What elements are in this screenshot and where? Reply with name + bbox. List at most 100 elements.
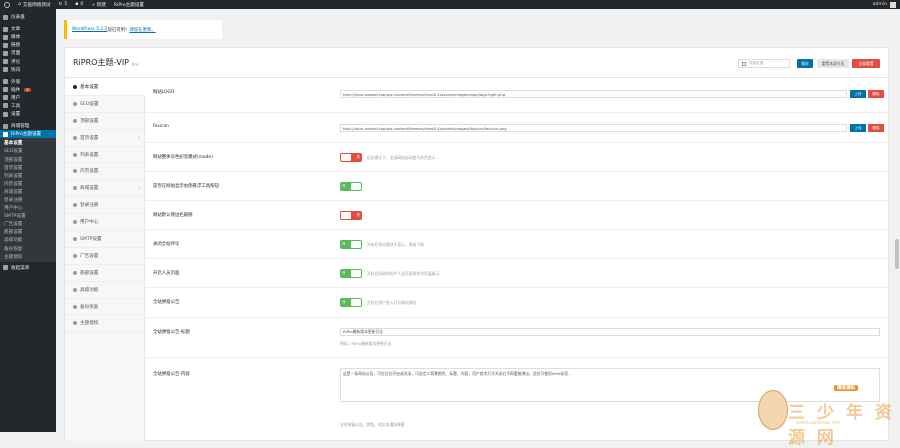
tab-seo[interactable]: SEO设置 xyxy=(65,96,144,113)
menu-tools[interactable]: 工具 xyxy=(0,102,56,110)
submenu-user-center[interactable]: 用户中心 xyxy=(0,204,56,212)
author-page-toggle[interactable]: 开 xyxy=(340,269,362,278)
favicon-url-input[interactable]: http://ripro.wzhost.top/wp-content/theme… xyxy=(340,124,847,132)
tab-list[interactable]: 列表设置 xyxy=(65,147,144,164)
tab-footer[interactable]: 底部设置 xyxy=(65,265,144,282)
submenu-list[interactable]: 列表设置 xyxy=(0,172,56,180)
tools-icon xyxy=(73,287,77,292)
mail-icon xyxy=(73,236,77,241)
sidebar-follow-toggle[interactable]: 关 xyxy=(340,211,362,220)
reset-all-button[interactable]: 全部重置 xyxy=(852,59,880,68)
footer-icon xyxy=(73,270,77,275)
field-label: 关闭全站评论 xyxy=(153,242,180,247)
plugin-icon xyxy=(3,87,8,93)
panel-header: RiPRO主题-VIP Pro 搜索设置 保存 重置本部分区 全部重置 xyxy=(65,48,888,78)
adminbar-comments[interactable]: ▪ 0 xyxy=(75,2,83,7)
wp-version-link[interactable]: WordPress 5.2.2 xyxy=(72,27,107,32)
submenu-ads[interactable]: 广告设置 xyxy=(0,220,56,228)
tab-inner[interactable]: 内页设置 xyxy=(65,163,144,181)
submenu-home[interactable]: 首页设置 xyxy=(0,164,56,172)
menu-appearance[interactable]: 外观 xyxy=(0,78,56,86)
adminbar-updates[interactable]: ↻ 5 xyxy=(59,2,68,7)
adminbar-theme-settings[interactable]: RiPro主题设置 xyxy=(114,2,144,8)
reset-section-button[interactable]: 重置本部分区 xyxy=(817,59,849,68)
tab-license[interactable]: 主题授权 xyxy=(65,315,144,333)
watermark-badge: 精美源码 xyxy=(834,385,858,391)
adminbar-site[interactable]: ⌂ 艾画网络测试 xyxy=(18,2,51,8)
tab-smtp[interactable]: SMTP设置 xyxy=(65,231,144,248)
search-input[interactable]: 搜索设置 xyxy=(738,59,790,68)
scrollbar-thumb[interactable] xyxy=(895,239,899,269)
backup-icon xyxy=(73,304,77,309)
submenu-seo[interactable]: SEO设置 xyxy=(0,147,56,155)
tab-top[interactable]: 顶部设置 xyxy=(65,113,144,130)
submenu-license[interactable]: 主题授权 xyxy=(0,253,56,261)
close-comments-toggle[interactable]: 开 xyxy=(340,240,362,249)
options-panel: RiPRO主题-VIP Pro 搜索设置 保存 重置本部分区 全部重置 基本设置… xyxy=(64,47,890,441)
submenu-login[interactable]: 登录注册 xyxy=(0,196,56,204)
menu-news[interactable]: 快讯 xyxy=(0,66,56,74)
menu-posts[interactable]: 文章 xyxy=(0,25,56,33)
submenu-top[interactable]: 顶部设置 xyxy=(0,156,56,164)
collapse-menu[interactable]: 收起菜单 xyxy=(0,264,56,272)
refresh-icon: ↻ xyxy=(58,2,63,7)
tab-home[interactable]: 首页设置 › xyxy=(65,130,144,147)
menu-links[interactable]: 链接 xyxy=(0,41,56,49)
upload-button[interactable]: 上传 xyxy=(850,124,866,132)
watermark: 精美源码 三 少 年 资 源 网 www.sanshao.net xyxy=(758,384,900,448)
arrow-up-icon xyxy=(73,118,77,123)
tab-ads[interactable]: 广告设置 xyxy=(65,248,144,265)
menu-dashboard[interactable]: 仪表盘 xyxy=(0,13,56,21)
update-notice: WordPress 5.2.2 现已可用！ 请现在更新。 xyxy=(64,20,222,39)
remove-button[interactable]: 删除 xyxy=(868,90,884,98)
field-announcement-title: 全站弹窗公告-标题 RiPro最新版本更新日志 例如：RiPro最新版本更新日志 xyxy=(145,318,890,358)
float-tools-toggle[interactable]: 开 xyxy=(340,182,362,191)
field-favicon: favicon http://ripro.wzhost.top/wp-conte… xyxy=(145,113,890,143)
update-now-link[interactable]: 请现在更新。 xyxy=(129,27,155,33)
menu-pages[interactable]: 页面 xyxy=(0,49,56,57)
submenu-advanced[interactable]: 高级功能 xyxy=(0,236,56,244)
tab-user-center[interactable]: 用户中心 xyxy=(65,214,144,232)
submenu-inner[interactable]: 内页设置 xyxy=(0,180,56,188)
menu-settings[interactable]: 设置 xyxy=(0,110,56,118)
wordpress-logo-icon[interactable] xyxy=(4,1,10,8)
logo-url-input[interactable]: http://ripro.wzhost.top/wp-content/theme… xyxy=(340,90,847,98)
login-icon xyxy=(73,203,77,208)
dashboard-icon xyxy=(3,14,8,20)
brush-icon xyxy=(3,79,8,85)
page-scrollbar[interactable] xyxy=(894,9,900,432)
tab-login[interactable]: 登录注册 xyxy=(65,197,144,215)
menu-comments[interactable]: 评论 xyxy=(0,57,56,65)
menu-users[interactable]: 用户 xyxy=(0,94,56,102)
remove-button[interactable]: 删除 xyxy=(868,124,884,132)
announcement-title-input[interactable]: RiPro最新版本更新日志 xyxy=(340,328,880,336)
tab-basic[interactable]: 基本设置 xyxy=(65,79,145,96)
panel-title: RiPRO主题-VIP xyxy=(73,58,130,67)
menu-shop[interactable]: 商城管理 xyxy=(0,122,56,130)
field-announcement: 全站弹窗公告 开 开启后用户进入打开网站弹出 xyxy=(145,288,890,318)
announcement-toggle[interactable]: 开 xyxy=(340,298,362,307)
wrench-icon xyxy=(3,103,8,109)
submenu-basic[interactable]: 基本设置 xyxy=(0,139,56,147)
submenu-shop[interactable]: 商城设置 xyxy=(0,188,56,196)
submenu-footer[interactable]: 底部设置 xyxy=(0,228,56,236)
tab-shop[interactable]: 商城设置 › xyxy=(65,180,144,198)
save-button[interactable]: 保存 xyxy=(797,59,813,68)
submenu-backup[interactable]: 备份恢复 xyxy=(0,245,56,253)
tab-advanced[interactable]: 高级功能 xyxy=(65,282,144,299)
field-sidebar-follow: 网站默认侧边栏跟随 关 xyxy=(145,201,890,230)
menu-ripro-settings[interactable]: RiPro主题设置 xyxy=(0,130,56,139)
tab-backup[interactable]: 备份恢复 xyxy=(65,299,144,316)
adminbar-new[interactable]: + 新建 xyxy=(91,2,106,8)
seo-icon xyxy=(73,101,77,106)
field-label: favicon xyxy=(153,124,169,129)
panel-version: Pro xyxy=(132,61,139,67)
menu-plugins[interactable]: 插件 3 xyxy=(0,86,56,94)
adminbar-user[interactable]: admin xyxy=(873,1,896,8)
upload-button[interactable]: 上传 xyxy=(850,90,866,98)
menu-media[interactable]: 媒体 xyxy=(0,33,56,41)
submenu-smtp[interactable]: SMTP设置 xyxy=(0,212,56,220)
gray-mode-toggle[interactable]: 关 xyxy=(340,153,362,162)
cart-icon xyxy=(73,186,77,191)
field-desc: 开启后评论模块不显示，直接下掉 xyxy=(367,242,424,247)
